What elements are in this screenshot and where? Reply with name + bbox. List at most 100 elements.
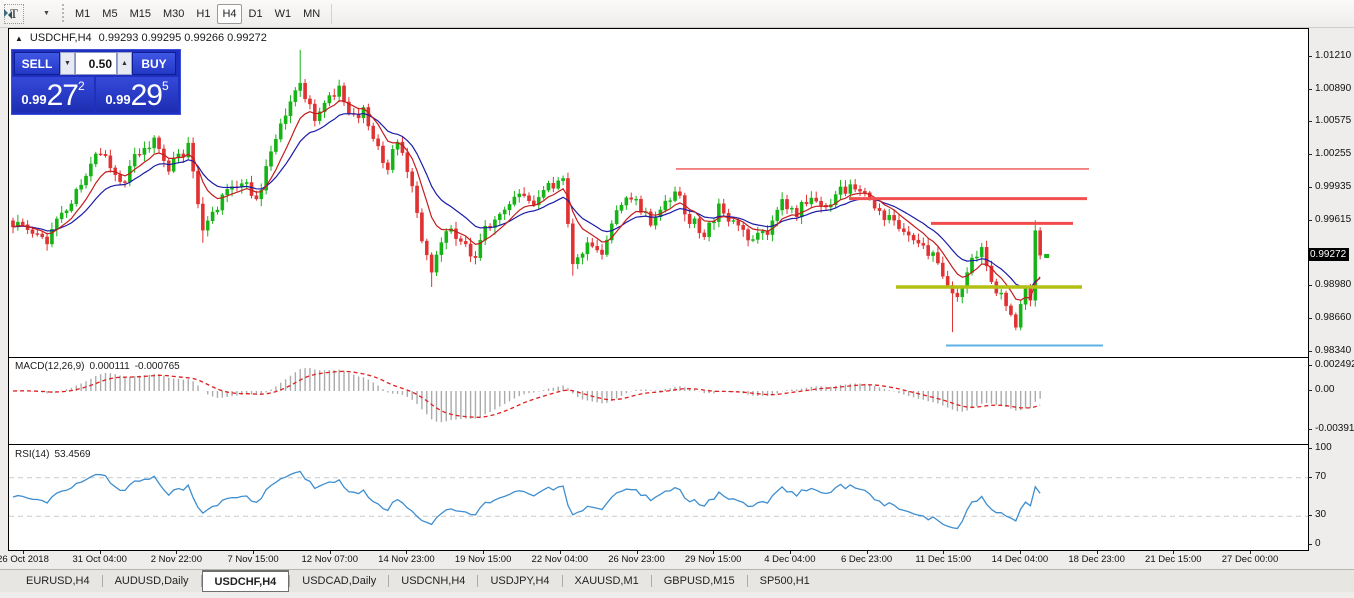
volume-input[interactable]: 0.50 xyxy=(75,52,117,75)
price-tick: 0.98660 xyxy=(1315,312,1351,323)
macd-title: MACD(12,26,9) xyxy=(15,361,84,372)
axis-tick xyxy=(1308,121,1312,122)
timeframe-button-h4[interactable]: H4 xyxy=(217,4,241,24)
rsi-tick: 30 xyxy=(1315,509,1326,520)
rsi-indicator-panel[interactable] xyxy=(9,446,1308,549)
current-price-tag: 0.99272 xyxy=(1308,248,1349,261)
objects-tool-button[interactable]: ▼ xyxy=(35,4,55,24)
timeframe-button-m15[interactable]: M15 xyxy=(125,4,156,24)
timeframe-button-w1[interactable]: W1 xyxy=(270,4,297,24)
chart-tab-sp500[interactable]: SP500,H1 xyxy=(748,570,822,592)
price-tick: 0.98340 xyxy=(1315,345,1351,356)
chart-header: ▲ USDCHF,H4 0.99293 0.99295 0.99266 0.99… xyxy=(15,32,267,44)
chart-tab-gbpusd[interactable]: GBPUSD,M15 xyxy=(652,570,747,592)
price-tick: 1.00255 xyxy=(1315,148,1351,159)
status-strip xyxy=(0,592,1354,598)
axis-tick xyxy=(1308,544,1312,545)
axis-tick xyxy=(1308,187,1312,188)
axis-tick xyxy=(1308,351,1312,352)
sell-price-display[interactable]: 0.99 27 2 xyxy=(12,77,94,112)
buy-price-display[interactable]: 0.99 29 5 xyxy=(96,77,178,112)
rsi-tick: 100 xyxy=(1315,442,1332,453)
axis-tick xyxy=(1308,448,1312,449)
chart-tab-audusd[interactable]: AUDUSD,Daily xyxy=(103,570,201,592)
main-price-chart[interactable] xyxy=(9,29,1308,356)
chart-tab-usdcnh[interactable]: USDCNH,H4 xyxy=(389,570,477,592)
one-click-trading-panel: SELL ▼ 0.50 ▲ BUY 0.99 27 2 0.99 29 5 xyxy=(11,49,181,115)
macd-signal-line xyxy=(13,371,1040,417)
macd-label: MACD(12,26,9) 0.000111 -0.000765 xyxy=(15,361,180,372)
axis-tick xyxy=(1308,56,1312,57)
timeframe-button-m30[interactable]: M30 xyxy=(158,4,189,24)
toolbar-separator xyxy=(331,4,332,24)
sell-price-sup: 2 xyxy=(78,81,85,91)
panel-separator[interactable] xyxy=(9,444,1308,445)
ma-fast-line xyxy=(13,101,1040,300)
macd-indicator-panel[interactable] xyxy=(9,359,1308,443)
chart-tab-usdcad[interactable]: USDCAD,Daily xyxy=(290,570,388,592)
sell-price-prefix: 0.99 xyxy=(21,90,46,110)
axis-tick xyxy=(1308,390,1312,391)
rsi-line xyxy=(13,472,1040,529)
chart-tab-xauusd[interactable]: XAUUSD,M1 xyxy=(563,570,651,592)
sell-price-big: 27 xyxy=(47,82,78,110)
timeframe-button-h1[interactable]: H1 xyxy=(191,4,215,24)
timeframe-button-mn[interactable]: MN xyxy=(298,4,325,24)
price-tick: 0.99935 xyxy=(1315,181,1351,192)
buy-price-sup: 5 xyxy=(162,81,169,91)
rsi-label: RSI(14) 53.4569 xyxy=(15,449,91,460)
chart-tab-usdchf[interactable]: USDCHF,H4 xyxy=(202,570,290,592)
price-tick: 1.00890 xyxy=(1315,83,1351,94)
collapse-panel-arrow-icon[interactable]: ▲ xyxy=(15,34,23,43)
chart-tab-usdjpy[interactable]: USDJPY,H4 xyxy=(478,570,561,592)
timeframe-button-m1[interactable]: M1 xyxy=(70,4,95,24)
price-tick: 0.99615 xyxy=(1315,214,1351,225)
price-tick: 1.00575 xyxy=(1315,115,1351,126)
price-tick: 0.98980 xyxy=(1315,279,1351,290)
chart-ohlc-values: 0.99293 0.99295 0.99266 0.99272 xyxy=(99,32,267,44)
time-axis[interactable]: 26 Oct 201831 Oct 04:002 Nov 22:007 Nov … xyxy=(8,551,1307,568)
price-axis[interactable]: 1.01210 1.00890 1.00575 1.00255 0.99935 0.996… xyxy=(1308,28,1354,568)
sell-button[interactable]: SELL xyxy=(14,52,60,75)
rsi-title: RSI(14) xyxy=(15,449,49,460)
macd-value-signal: -0.000765 xyxy=(135,361,180,372)
macd-value-main: 0.000111 xyxy=(89,361,129,372)
rsi-tick: 70 xyxy=(1315,471,1326,482)
axis-tick xyxy=(1308,154,1312,155)
chart-symbol-period: USDCHF,H4 xyxy=(30,32,92,44)
buy-price-big: 29 xyxy=(131,82,162,110)
timeframe-button-m5[interactable]: M5 xyxy=(97,4,122,24)
macd-tick: 0.002492 xyxy=(1315,359,1354,370)
axis-tick xyxy=(1308,477,1312,478)
terminal-window: T ▼ M1M5M15M30H1H4D1W1MN ▲ USDCHF,H4 0.9… xyxy=(0,0,1354,598)
volume-increase-button[interactable]: ▲ xyxy=(117,52,132,75)
top-toolbar: T ▼ M1M5M15M30H1H4D1W1MN xyxy=(0,0,1354,28)
timeframe-button-d1[interactable]: D1 xyxy=(244,4,268,24)
panel-separator[interactable] xyxy=(9,357,1308,358)
current-price-marker xyxy=(1044,254,1049,258)
chart-tabs-bar: EURUSD,H4AUDUSD,DailyUSDCHF,H4USDCAD,Dai… xyxy=(0,569,1354,592)
axis-tick xyxy=(1308,318,1312,319)
chart-tab-eurusd[interactable]: EURUSD,H4 xyxy=(14,570,102,592)
axis-tick xyxy=(1308,89,1312,90)
macd-tick: 0.00 xyxy=(1315,384,1334,395)
axis-tick xyxy=(1308,365,1312,366)
ma-slow-line xyxy=(13,114,1040,289)
axis-tick xyxy=(1308,429,1312,430)
rsi-value: 53.4569 xyxy=(54,449,90,460)
buy-button[interactable]: BUY xyxy=(132,52,176,75)
objects-tool-icon xyxy=(0,7,16,21)
chart-frame: ▲ USDCHF,H4 0.99293 0.99295 0.99266 0.99… xyxy=(8,28,1309,551)
time-label: 27 Dec 00:00 xyxy=(1205,554,1295,565)
price-tick: 1.01210 xyxy=(1315,50,1351,61)
volume-decrease-button[interactable]: ▼ xyxy=(60,52,75,75)
macd-tick: -0.003913 xyxy=(1315,423,1354,434)
timeframe-toolbar: M1M5M15M30H1H4D1W1MN xyxy=(69,4,326,24)
axis-tick xyxy=(1308,515,1312,516)
buy-price-prefix: 0.99 xyxy=(105,90,130,110)
axis-tick xyxy=(1308,285,1312,286)
dropdown-caret-icon: ▼ xyxy=(43,10,50,17)
toolbar-drag-handle[interactable] xyxy=(60,4,65,24)
rsi-tick: 0 xyxy=(1315,538,1321,549)
axis-tick xyxy=(1308,220,1312,221)
